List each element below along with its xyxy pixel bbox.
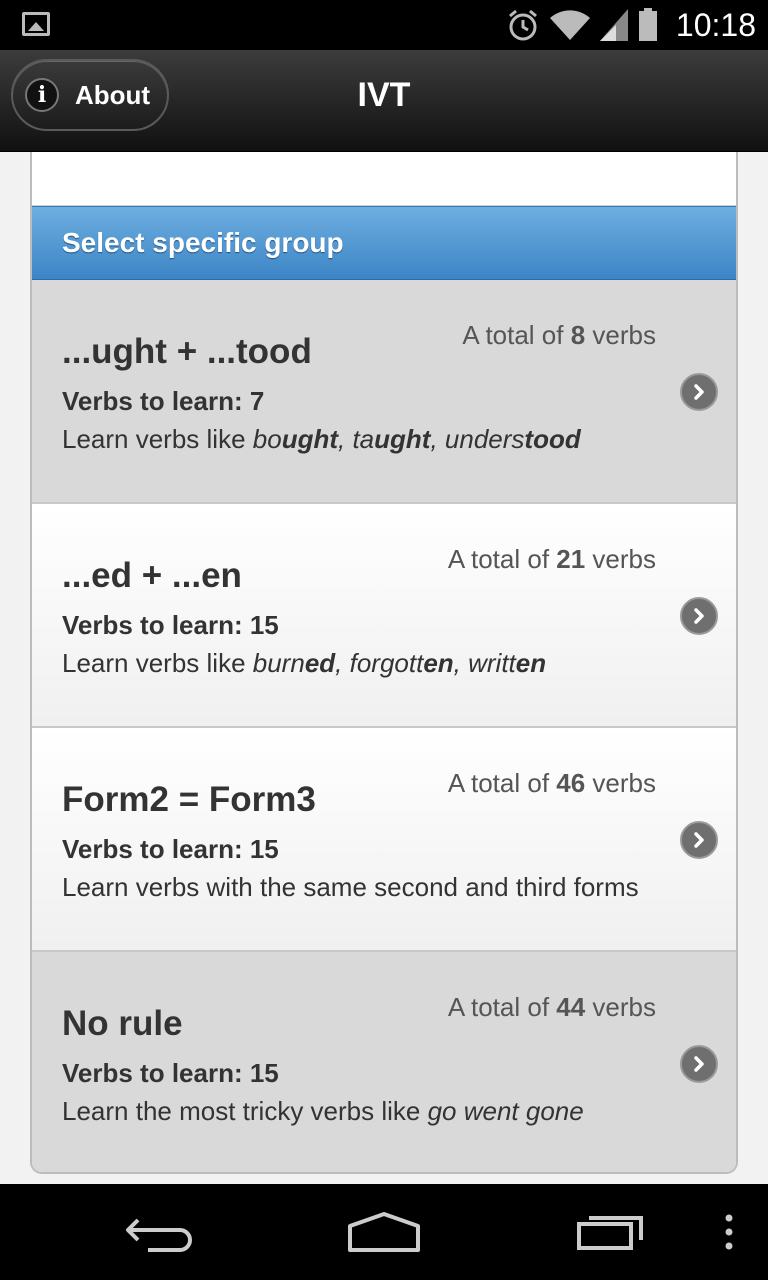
back-button[interactable] — [110, 1204, 210, 1260]
verbs-to-learn: Verbs to learn: 7 — [62, 386, 265, 416]
list-item[interactable]: A total of 8 verbs ...ught + ...tood Ver… — [32, 280, 736, 504]
verb-total: A total of 46 verbs — [447, 768, 656, 798]
gallery-icon — [22, 12, 50, 36]
content-area[interactable]: Select specific group A total of 8 verbs… — [0, 152, 768, 1184]
group-title: No rule — [62, 1004, 183, 1043]
verbs-to-learn: Verbs to learn: 15 — [62, 834, 279, 864]
clock: 10:18 — [675, 7, 756, 43]
page-title: IVT — [357, 76, 411, 114]
alarm-icon — [509, 9, 537, 41]
verbs-to-learn: Verbs to learn: 15 — [62, 1058, 279, 1088]
previous-list-item-partial[interactable] — [32, 152, 736, 206]
list-divider: Select specific group — [32, 206, 736, 280]
list-item[interactable]: A total of 46 verbs Form2 = Form3 Verbs … — [32, 728, 736, 952]
wifi-icon — [550, 10, 590, 40]
chevron-right-icon — [680, 597, 718, 635]
app-header: i About IVT — [0, 50, 768, 152]
home-icon — [348, 1212, 420, 1252]
group-list: Select specific group A total of 8 verbs… — [30, 152, 738, 1174]
status-bar: 10:18 — [0, 0, 768, 50]
group-title: Form2 = Form3 — [62, 780, 316, 819]
recent-apps-button[interactable] — [560, 1204, 660, 1260]
group-description: Learn verbs like burned, forgotten, writ… — [62, 648, 547, 678]
group-description: Learn verbs with the same second and thi… — [62, 872, 639, 902]
verb-total: A total of 21 verbs — [447, 544, 656, 574]
status-icons — [506, 8, 658, 42]
verbs-to-learn: Verbs to learn: 15 — [62, 610, 279, 640]
back-icon — [126, 1218, 192, 1252]
home-button[interactable] — [334, 1204, 434, 1260]
group-description: Learn verbs like bought, taught, underst… — [62, 424, 581, 454]
chevron-right-icon — [680, 373, 718, 411]
group-description: Learn the most tricky verbs like go went… — [62, 1096, 584, 1126]
list-item[interactable]: A total of 21 verbs ...ed + ...en Verbs … — [32, 504, 736, 728]
recent-apps-icon — [577, 1216, 643, 1250]
verb-total: A total of 8 verbs — [462, 320, 656, 350]
chevron-right-icon — [680, 1045, 718, 1083]
verb-total: A total of 44 verbs — [447, 992, 656, 1022]
group-title: ...ught + ...tood — [62, 332, 312, 371]
overflow-menu-icon — [725, 1214, 733, 1250]
signal-icon — [600, 9, 628, 41]
overflow-menu-button[interactable] — [712, 1204, 746, 1260]
divider-label: Select specific group — [62, 227, 344, 258]
chevron-right-icon — [680, 821, 718, 859]
list-item[interactable]: A total of 44 verbs No rule Verbs to lea… — [32, 952, 736, 1172]
navigation-bar — [0, 1184, 768, 1280]
group-title: ...ed + ...en — [62, 556, 242, 595]
battery-icon — [639, 8, 657, 41]
